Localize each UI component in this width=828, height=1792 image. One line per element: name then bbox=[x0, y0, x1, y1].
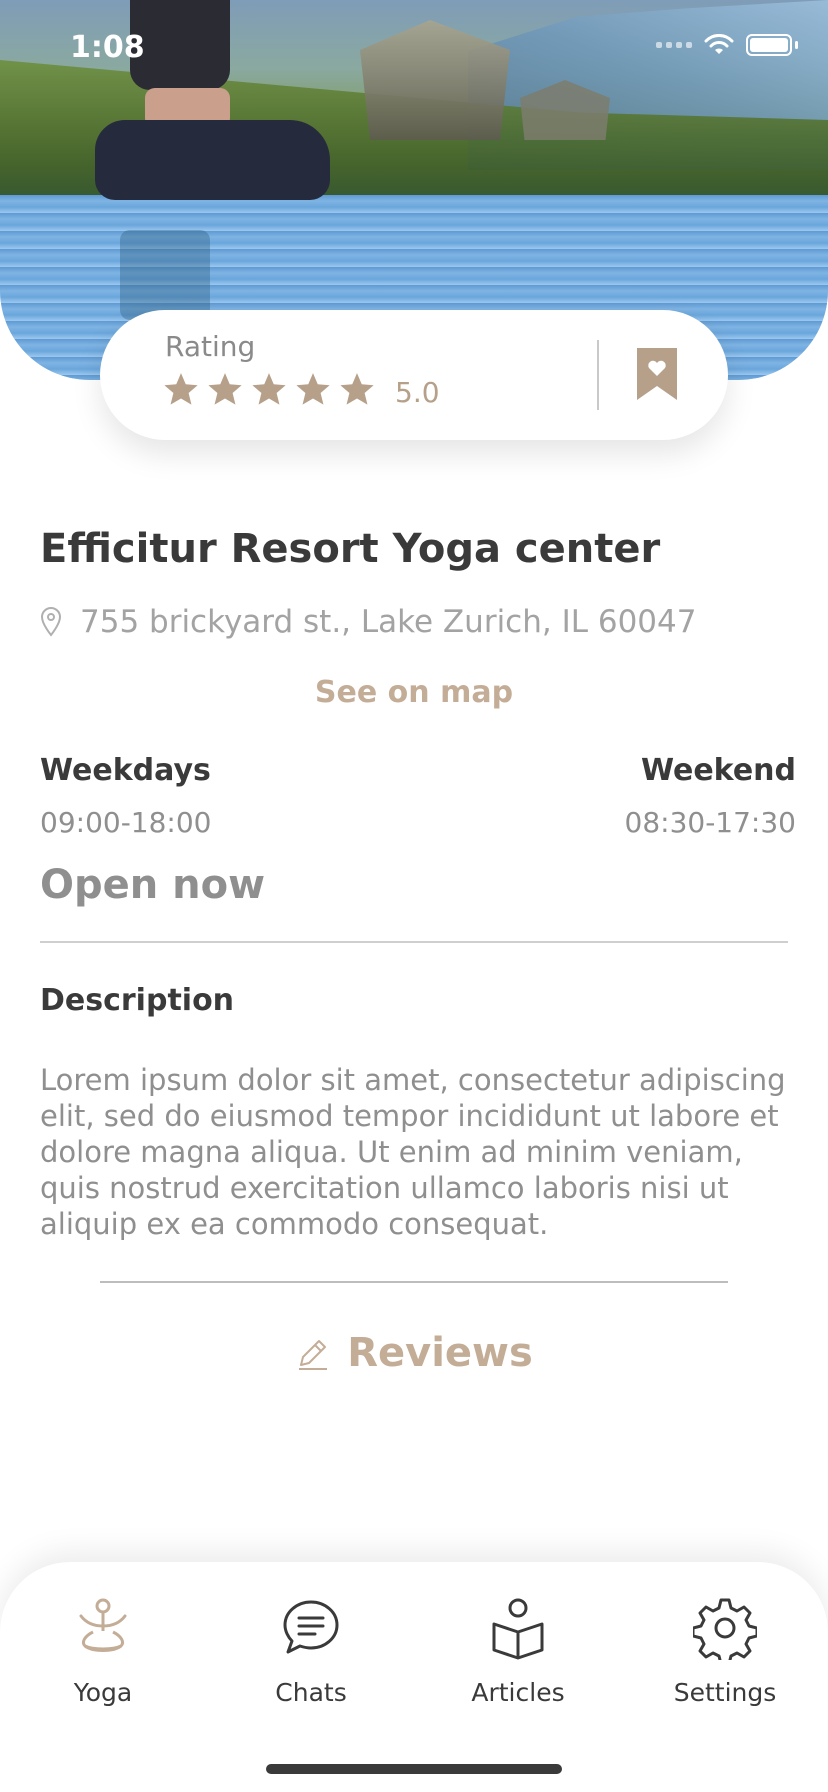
tab-label: Yoga bbox=[73, 1678, 133, 1707]
star-icon bbox=[164, 373, 198, 405]
battery-icon bbox=[746, 34, 792, 56]
opening-hours: Weekdays 09:00-18:00 Weekend 08:30-17:30 bbox=[40, 753, 796, 839]
weekdays-hours: Weekdays 09:00-18:00 bbox=[40, 753, 212, 839]
tab-chats[interactable]: Chats bbox=[231, 1596, 391, 1707]
description-heading: Description bbox=[40, 983, 235, 1018]
tab-label: Settings bbox=[673, 1678, 777, 1707]
star-icon bbox=[208, 373, 242, 405]
rating-stars bbox=[162, 370, 376, 408]
home-indicator bbox=[266, 1764, 562, 1774]
chat-icon bbox=[283, 1600, 339, 1654]
open-status: Open now bbox=[40, 862, 266, 908]
wifi-icon bbox=[704, 34, 734, 54]
weekend-time: 08:30-17:30 bbox=[624, 806, 797, 839]
reviews-button[interactable]: Reviews bbox=[0, 1330, 828, 1376]
star-icon bbox=[252, 373, 286, 405]
card-divider bbox=[597, 340, 599, 410]
place-title: Efficitur Resort Yoga center bbox=[40, 526, 661, 572]
weekend-label: Weekend bbox=[640, 753, 796, 788]
weekdays-label: Weekdays bbox=[40, 753, 211, 788]
reviews-label: Reviews bbox=[347, 1330, 533, 1376]
tab-label: Chats bbox=[275, 1678, 347, 1707]
gear-icon bbox=[693, 1598, 757, 1660]
bookmark-heart-icon[interactable] bbox=[635, 346, 679, 402]
see-on-map-link[interactable]: See on map bbox=[0, 675, 828, 710]
tab-label: Articles bbox=[471, 1678, 565, 1707]
rating-value: 5.0 bbox=[395, 376, 440, 409]
star-icon bbox=[296, 373, 330, 405]
divider bbox=[100, 1281, 728, 1283]
tab-articles[interactable]: Articles bbox=[438, 1596, 598, 1707]
place-address: 755 brickyard st., Lake Zurich, IL 60047 bbox=[40, 604, 696, 640]
tab-yoga[interactable]: Yoga bbox=[23, 1596, 183, 1707]
weekend-hours: Weekend 08:30-17:30 bbox=[625, 753, 797, 839]
pencil-icon bbox=[299, 1340, 328, 1370]
rating-card: Rating 5.0 bbox=[100, 310, 728, 440]
location-pin-icon bbox=[40, 607, 62, 637]
yoga-icon bbox=[79, 1598, 127, 1652]
tab-settings[interactable]: Settings bbox=[645, 1596, 805, 1707]
tab-bar: Yoga Chats Articles Settings bbox=[0, 1562, 828, 1792]
divider bbox=[40, 941, 788, 943]
rating-label: Rating bbox=[165, 330, 256, 363]
cellular-icon bbox=[656, 42, 692, 48]
star-icon bbox=[340, 373, 374, 405]
status-time: 1:08 bbox=[70, 30, 145, 65]
status-icons bbox=[656, 34, 798, 56]
weekdays-time: 09:00-18:00 bbox=[40, 806, 212, 839]
description-text: Lorem ipsum dolor sit amet, consectetur … bbox=[40, 1063, 786, 1241]
address-text: 755 brickyard st., Lake Zurich, IL 60047 bbox=[80, 604, 697, 640]
articles-icon bbox=[492, 1598, 544, 1660]
